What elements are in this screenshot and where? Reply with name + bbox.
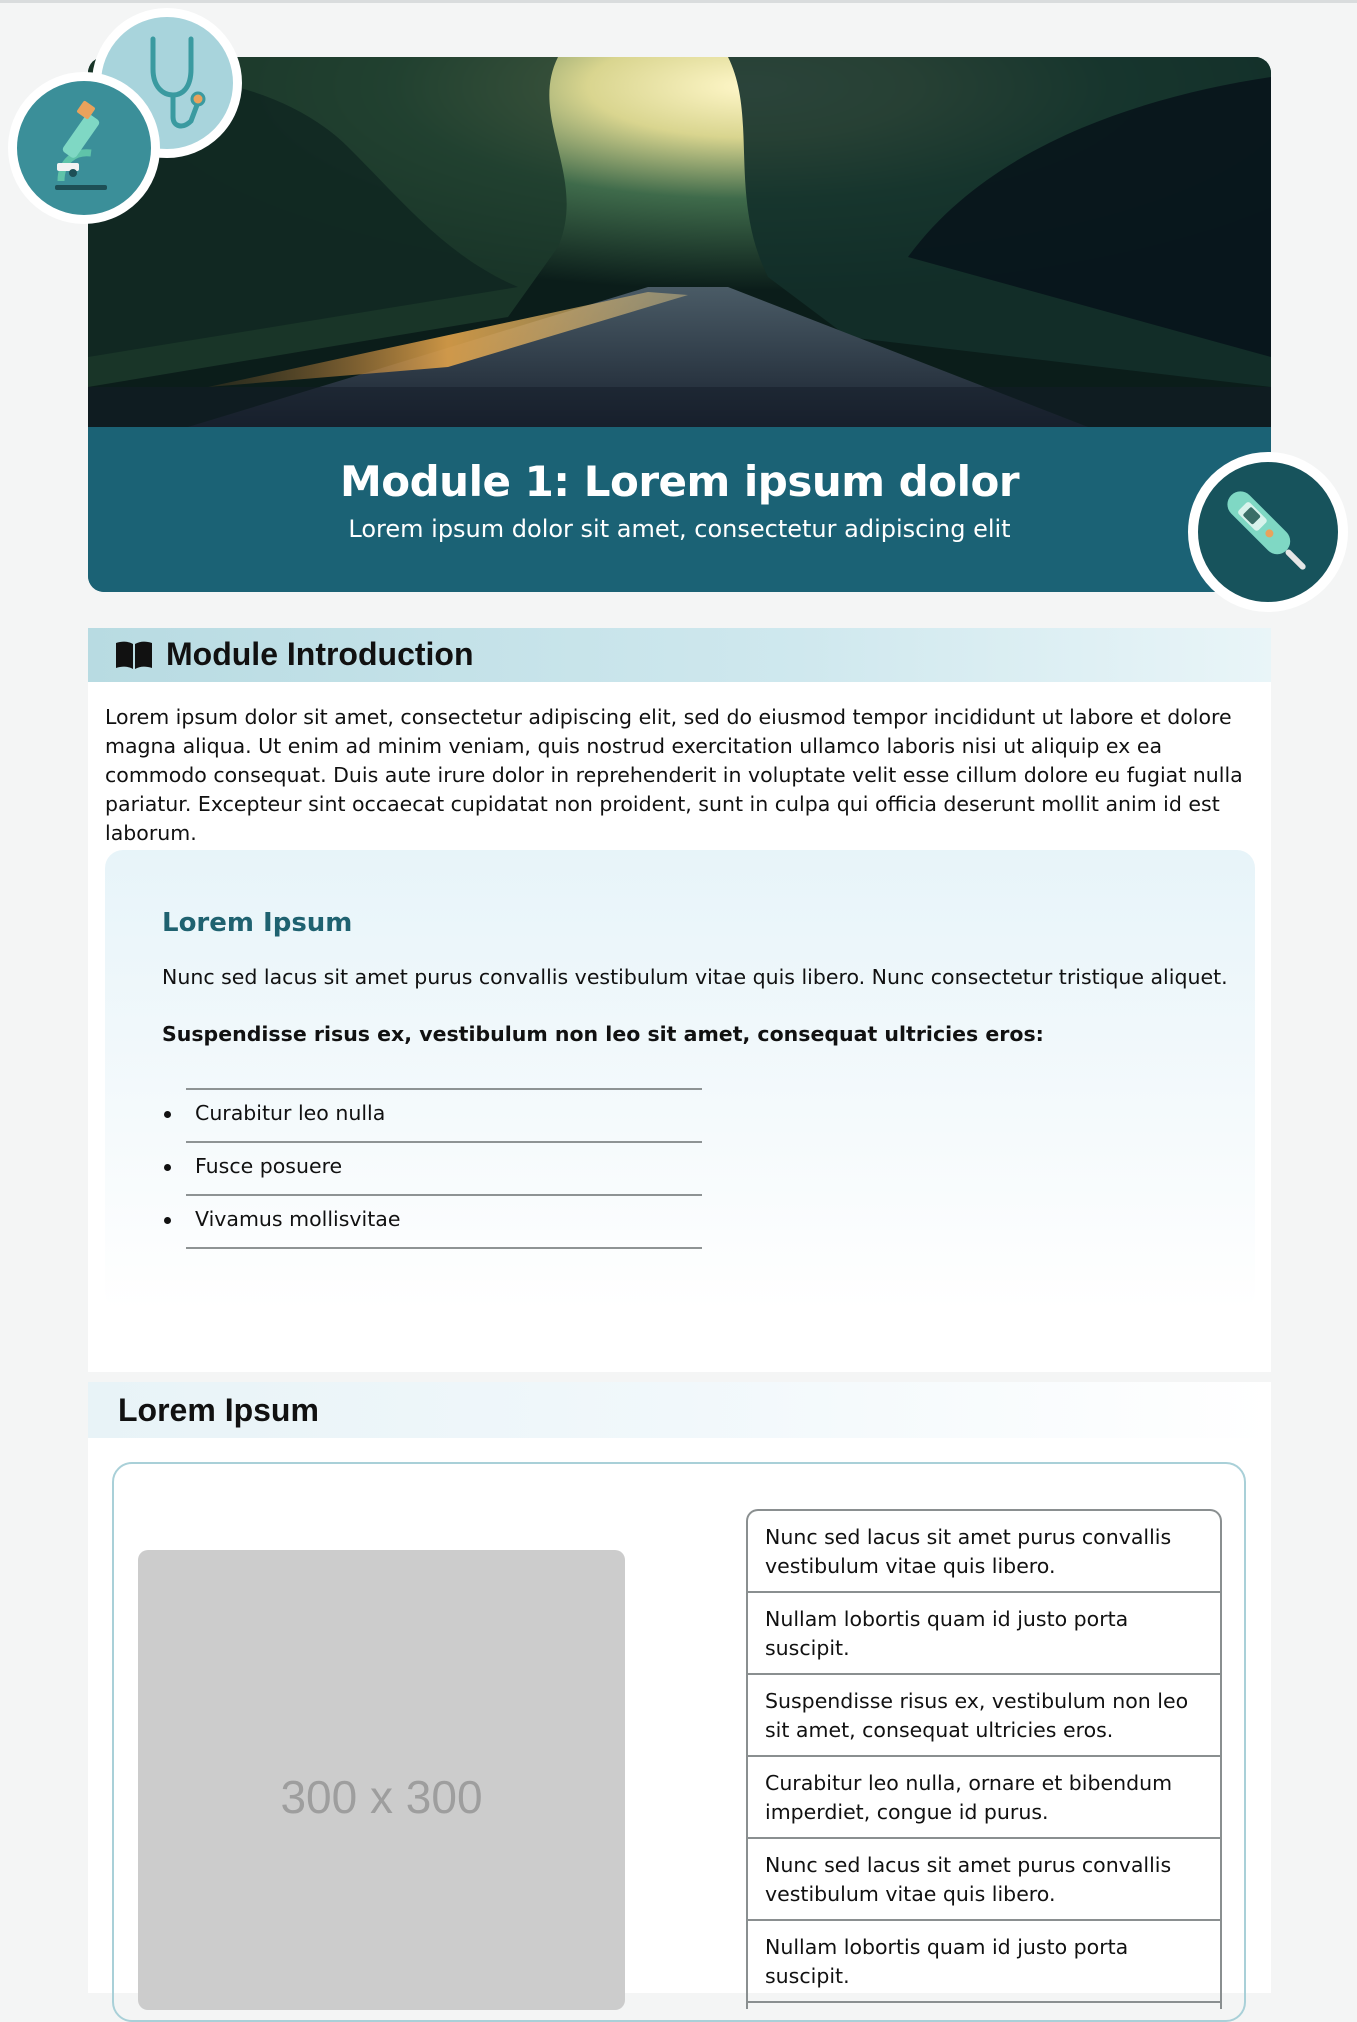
hero-title-band: Module 1: Lorem ipsum dolor Lorem ipsum …	[88, 427, 1271, 592]
list-item: Suspendisse risus ex, vestibulum non leo…	[748, 1675, 1220, 1757]
divider	[186, 1247, 702, 1249]
callout-paragraph: Nunc sed lacus sit amet purus convallis …	[162, 965, 1228, 989]
divider	[186, 1194, 702, 1196]
lorem-ipsum-section: Lorem Ipsum 300 x 300 Nunc sed lacus sit…	[88, 1382, 1271, 2022]
list-item: Nunc sed lacus sit amet purus convallis …	[748, 1839, 1220, 1921]
intro-paragraph: Lorem ipsum dolor sit amet, consectetur …	[105, 705, 1243, 845]
list-item: Curabitur leo nulla	[162, 1088, 702, 1141]
section-header: Module Introduction	[88, 628, 1271, 682]
thermometer-badge	[1188, 452, 1348, 612]
top-border	[0, 0, 1357, 3]
list-item-label: Curabitur leo nulla	[195, 1101, 386, 1125]
microscope-badge	[8, 72, 160, 224]
page-title: Module 1: Lorem ipsum dolor	[339, 457, 1020, 506]
bullet-list: Curabitur leo nulla Fusce posuere Vivamu…	[162, 1088, 702, 1300]
module-hero-card: Module 1: Lorem ipsum dolor Lorem ipsum …	[88, 57, 1271, 592]
list-item: Nullam lobortis quam id justo porta susc…	[748, 1921, 1220, 2003]
list-item: Nunc sed lacus sit amet purus convallis …	[748, 1511, 1220, 1593]
callout-box: Lorem Ipsum Nunc sed lacus sit amet puru…	[105, 850, 1255, 1310]
section-title: Lorem Ipsum	[118, 1392, 319, 1428]
bullet-icon	[164, 1164, 171, 1171]
microscope-icon	[55, 101, 107, 190]
list-end	[162, 1247, 702, 1300]
bullet-icon	[164, 1217, 171, 1224]
section-header: Lorem Ipsum	[88, 1382, 1271, 1438]
divider	[186, 1088, 702, 1090]
list-item: Vivamus mollisvitae	[162, 1194, 702, 1247]
bullet-icon	[164, 1111, 171, 1118]
callout-title: Lorem Ipsum	[162, 908, 353, 938]
list-item: Nullam lobortis quam id justo porta susc…	[748, 1593, 1220, 1675]
module-introduction-section: Module Introduction Lorem ipsum dolor si…	[88, 628, 1271, 1372]
divider	[186, 1141, 702, 1143]
placeholder-label: 300 x 300	[280, 1771, 483, 1823]
list-item-label: Vivamus mollisvitae	[195, 1207, 401, 1231]
list-item: Fusce posuere	[162, 1141, 702, 1194]
page-subtitle: Lorem ipsum dolor sit amet, consectetur …	[348, 515, 1011, 543]
list-item-label: Fusce posuere	[195, 1154, 343, 1178]
section-title: Module Introduction	[166, 636, 474, 672]
bordered-list: Nunc sed lacus sit amet purus convallis …	[746, 1509, 1222, 2009]
thermometer-icon	[1227, 491, 1306, 570]
hero-photo	[88, 57, 1271, 427]
list-item: Curabitur leo nulla, ornare et bibendum …	[748, 1757, 1220, 1839]
book-icon	[116, 641, 152, 669]
callout-emphasis: Suspendisse risus ex, vestibulum non leo…	[162, 1022, 1044, 1046]
image-placeholder: 300 x 300	[138, 1550, 625, 2010]
